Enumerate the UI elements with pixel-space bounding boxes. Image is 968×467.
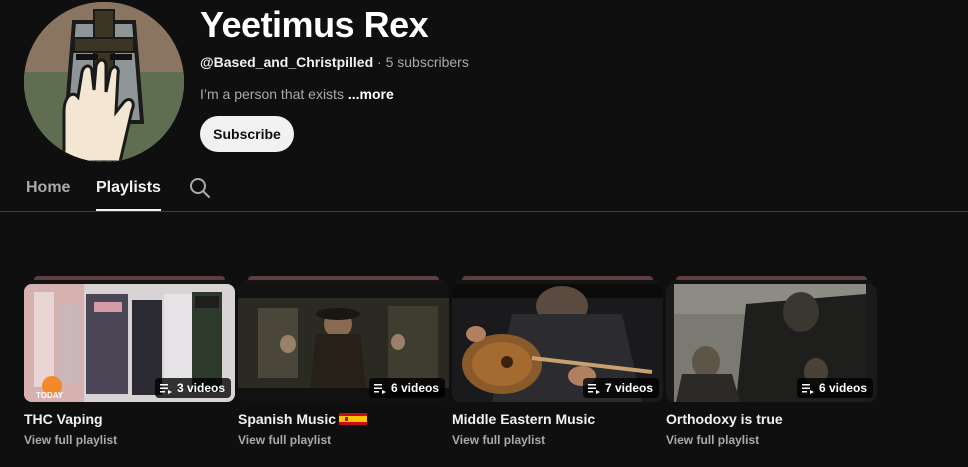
- playlist-icon: [587, 384, 600, 394]
- tab-playlists[interactable]: Playlists: [96, 166, 161, 211]
- video-count: 7 videos: [604, 381, 653, 395]
- playlist-icon: [159, 384, 172, 394]
- video-count: 3 videos: [176, 381, 225, 395]
- video-count-badge: 7 videos: [582, 378, 659, 398]
- playlist-title[interactable]: THC Vaping: [24, 411, 103, 427]
- video-count: 6 videos: [818, 381, 867, 395]
- meta-separator: ·: [373, 54, 386, 70]
- channel-description[interactable]: I’m a person that exists ...more: [200, 86, 394, 102]
- playlist-icon: [373, 384, 386, 394]
- channel-handle: @Based_and_Christpilled: [200, 54, 374, 70]
- video-count-badge: 6 videos: [796, 378, 873, 398]
- channel-page: Yeetimus Rex @Based_and_Christpilled · 5…: [0, 0, 968, 467]
- playlist-card[interactable]: 7 videos Middle Eastern Music View full …: [452, 276, 663, 447]
- playlist-title-text: THC Vaping: [24, 411, 103, 427]
- channel-meta: @Based_and_Christpilled · 5 subscribers: [200, 54, 469, 70]
- search-icon[interactable]: [188, 176, 212, 200]
- view-full-playlist-link[interactable]: View full playlist: [452, 433, 545, 447]
- playlist-card[interactable]: TODAY 3 videos THC Vaping View full play…: [24, 276, 235, 447]
- playlist-title[interactable]: Middle Eastern Music: [452, 411, 595, 427]
- playlist-thumbnail[interactable]: 6 videos: [666, 284, 877, 402]
- channel-avatar[interactable]: [24, 2, 184, 162]
- playlist-thumbnail-stack[interactable]: 7 videos: [452, 276, 663, 402]
- playlist-icon: [801, 384, 814, 394]
- playlist-title-text: Orthodoxy is true: [666, 411, 783, 427]
- video-count: 6 videos: [390, 381, 439, 395]
- video-count-badge: 3 videos: [154, 378, 231, 398]
- playlist-title[interactable]: Orthodoxy is true: [666, 411, 783, 427]
- thumb-watermark: TODAY: [36, 391, 64, 400]
- crusader-knight-avatar-icon: [24, 2, 184, 162]
- playlist-thumbnail[interactable]: 6 videos: [238, 284, 449, 402]
- playlist-card[interactable]: 6 videos Spanish Music View full playlis…: [238, 276, 449, 447]
- playlist-thumbnail-stack[interactable]: 6 videos: [666, 276, 877, 402]
- description-text: I’m a person that exists: [200, 86, 348, 102]
- video-count-badge: 6 videos: [368, 378, 445, 398]
- subscribe-button[interactable]: Subscribe: [200, 116, 294, 152]
- more-link[interactable]: ...more: [348, 86, 394, 102]
- channel-tabs: Home Playlists: [0, 166, 968, 212]
- playlist-card[interactable]: 6 videos Orthodoxy is true View full pla…: [666, 276, 877, 447]
- playlist-title-text: Middle Eastern Music: [452, 411, 596, 427]
- playlist-title-text: Spanish Music: [238, 411, 337, 427]
- view-full-playlist-link[interactable]: View full playlist: [24, 433, 117, 447]
- playlist-title[interactable]: Spanish Music: [238, 411, 368, 427]
- playlist-thumbnail[interactable]: TODAY 3 videos: [24, 284, 235, 402]
- playlist-thumbnail[interactable]: 7 videos: [452, 284, 663, 402]
- playlist-thumbnail-stack[interactable]: TODAY 3 videos: [24, 276, 235, 402]
- playlist-thumbnail-stack[interactable]: 6 videos: [238, 276, 449, 402]
- spain-flag-icon: [339, 413, 368, 425]
- view-full-playlist-link[interactable]: View full playlist: [238, 433, 331, 447]
- subscriber-count: 5 subscribers: [385, 54, 469, 70]
- tab-home[interactable]: Home: [26, 166, 70, 211]
- view-full-playlist-link[interactable]: View full playlist: [666, 433, 759, 447]
- channel-name: Yeetimus Rex: [200, 4, 429, 45]
